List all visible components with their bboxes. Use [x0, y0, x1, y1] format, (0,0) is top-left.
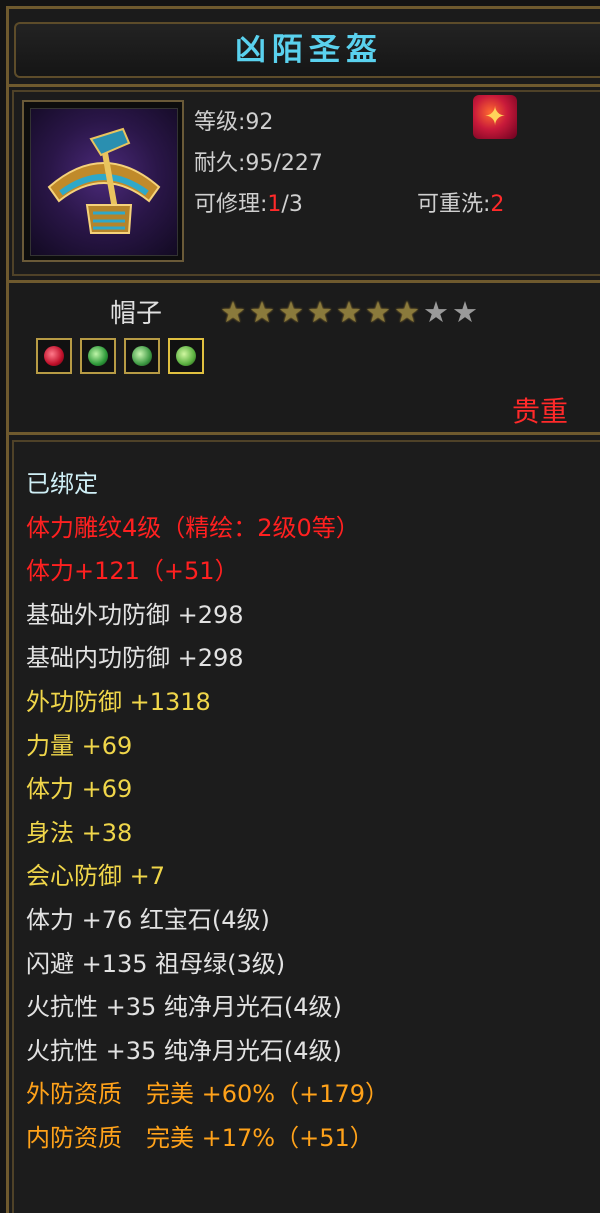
- attribute-list: 已绑定体力雕纹4级（精绘：2级0等） 体力+121（+51） 基础外功防御 +298…: [26, 463, 586, 1161]
- star-filled-icon: ★: [278, 295, 304, 329]
- star-rating: ★ ★ ★ ★ ★ ★ ★ ★ ★: [220, 296, 478, 328]
- title-bar: 凶陌圣盔: [14, 22, 600, 78]
- attribute-line: 火抗性 +35 纯净月光石(4级): [26, 993, 342, 1022]
- item-type: 帽子: [110, 299, 163, 329]
- star-empty-icon: ★: [452, 295, 478, 329]
- item-name: 凶陌圣盔: [235, 32, 383, 68]
- ruby-gem-icon: [36, 338, 72, 374]
- attribute-line: 力量 +69: [26, 731, 133, 760]
- attribute-line: 体力+121（+51）: [26, 557, 239, 586]
- attribute-line: 身法 +38: [26, 818, 133, 847]
- rewash-info: 可重洗:2: [417, 186, 504, 218]
- item-icon-frame: [22, 100, 184, 262]
- divider: [6, 84, 600, 87]
- gem-slots: [36, 338, 204, 374]
- attribute-line: 已绑定: [26, 470, 98, 498]
- star-filled-icon: ★: [336, 295, 362, 329]
- attribute-line: 会心防御 +7: [26, 862, 166, 891]
- repair-info: 可修理:1/3: [194, 186, 303, 218]
- repair-value: 1: [267, 192, 282, 217]
- repair-max: /3: [281, 192, 303, 217]
- flame-badge-icon: ✦: [473, 95, 517, 139]
- attribute-line: 闪避 +135 祖母绿(3级): [26, 949, 286, 978]
- durability-text: 耐久:95/227: [194, 151, 323, 176]
- star-filled-icon: ★: [249, 295, 275, 329]
- divider: [6, 432, 600, 435]
- star-filled-icon: ★: [365, 295, 391, 329]
- emerald-gem-icon: [80, 338, 116, 374]
- repair-label: 可修理:: [194, 192, 268, 217]
- divider: [6, 280, 600, 283]
- attribute-line: 体力 +76 红宝石(4级): [26, 905, 270, 934]
- star-filled-icon: ★: [394, 295, 420, 329]
- star-filled-icon: ★: [307, 295, 333, 329]
- attribute-line: 外功防御 +1318: [26, 687, 211, 716]
- attribute-line: 火抗性 +35 纯净月光石(4级): [26, 1036, 342, 1065]
- attribute-line: 体力雕纹4级（精绘：2级0等）: [26, 513, 360, 542]
- attribute-line: 体力 +69: [26, 775, 133, 804]
- attribute-line: 内防资质 完美 +17%（+51）: [26, 1123, 374, 1152]
- rewash-value: 2: [490, 192, 505, 217]
- level-text: 等级:92: [194, 110, 274, 135]
- rewash-label: 可重洗:: [417, 192, 491, 217]
- jade-gem-icon: [124, 338, 160, 374]
- attribute-line: 基础内功防御 +298: [26, 644, 244, 673]
- helmet-icon: [30, 108, 178, 256]
- star-empty-icon: ★: [423, 295, 449, 329]
- attribute-line: 外防资质 完美 +60%（+179）: [26, 1080, 389, 1109]
- attribute-line: 基础外功防御 +298: [26, 600, 244, 629]
- valuable-tag: 贵重: [511, 395, 568, 428]
- moonstone-gem-icon: [168, 338, 204, 374]
- star-filled-icon: ★: [220, 295, 246, 329]
